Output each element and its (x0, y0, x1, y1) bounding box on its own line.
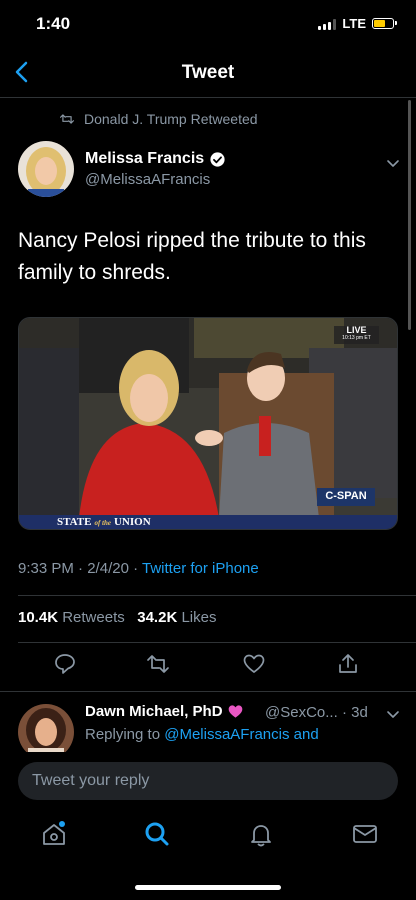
notifications-icon[interactable] (247, 820, 275, 848)
tweet-meta: 9:33 PM · 2/4/20 · Twitter for iPhone (18, 560, 259, 577)
messages-icon[interactable] (351, 820, 379, 848)
reply-author-row[interactable]: Dawn Michael, PhD (85, 703, 244, 720)
retweet-action-icon[interactable] (146, 652, 170, 676)
retweets-count: 10.4K (18, 609, 59, 626)
caption-of-the: of the (94, 519, 111, 527)
tweet-time: 9:33 PM (18, 560, 74, 577)
live-time: 10:13 pm ET (342, 335, 371, 341)
heart-icon (228, 705, 242, 718)
reply-icon[interactable] (53, 652, 77, 676)
author-name-row[interactable]: Melissa Francis (85, 150, 226, 168)
tweet-actions (0, 652, 416, 682)
scrollbar[interactable] (408, 100, 411, 330)
like-icon[interactable] (242, 652, 266, 676)
tweet-media[interactable]: LIVE 10:13 pm ET C-SPAN STATE of the UNI… (18, 317, 398, 530)
replying-to: Replying to @MelissaAFrancis and (85, 726, 319, 743)
retweets-label: Retweets (62, 609, 125, 626)
caption-union: UNION (113, 516, 151, 528)
retweeted-by-row: Donald J. Trump Retweeted (60, 111, 258, 127)
home-indicator[interactable] (135, 885, 281, 890)
chevron-down-icon[interactable] (386, 158, 400, 168)
battery-icon (372, 18, 397, 29)
status-indicators: LTE (318, 16, 397, 31)
counts-divider (18, 642, 416, 643)
media-caption: STATE of the UNION (57, 516, 151, 528)
caption-state: STATE (57, 516, 92, 528)
retweeted-by-label: Donald J. Trump Retweeted (84, 111, 258, 127)
replying-to-handle[interactable]: @MelissaAFrancis and (164, 726, 318, 743)
likes-count: 34.2K (137, 609, 178, 626)
search-icon[interactable] (143, 820, 171, 848)
header-divider (0, 97, 416, 98)
retweet-icon (60, 114, 74, 124)
share-icon[interactable] (336, 652, 360, 676)
verified-icon (210, 151, 225, 167)
likes-stat[interactable]: 34.2K Likes (137, 609, 216, 626)
replying-prefix: Replying to (85, 726, 161, 743)
tweet-source[interactable]: Twitter for iPhone (142, 560, 259, 577)
reply-chevron-down-icon[interactable] (386, 709, 400, 719)
likes-label: Likes (181, 609, 217, 626)
author-name[interactable]: Melissa Francis (85, 150, 204, 168)
meta-divider (18, 595, 416, 596)
page-title: Tweet (181, 62, 235, 83)
live-label: LIVE (346, 325, 367, 335)
author-handle[interactable]: @MelissaAFrancis (85, 171, 210, 188)
signal-icon (318, 18, 337, 30)
reply-age: · 3d (341, 704, 368, 721)
author-avatar[interactable] (18, 141, 74, 197)
tweet-counts: 10.4K Retweets 34.2K Likes (18, 609, 216, 626)
reply-input[interactable]: Tweet your reply (18, 762, 398, 800)
home-icon[interactable] (40, 820, 68, 848)
actions-divider (0, 691, 416, 692)
network-label: LTE (342, 16, 366, 31)
tweet-text: Nancy Pelosi ripped the tribute to this … (18, 229, 366, 284)
network-logo: C-SPAN (325, 490, 367, 502)
retweets-stat[interactable]: 10.4K Retweets (18, 609, 125, 626)
reply-handle-row: @SexCo... · 3d (265, 704, 368, 721)
reply-handle[interactable]: @SexCo... (265, 704, 338, 721)
status-time: 1:40 (36, 14, 71, 33)
tweet-date: 2/4/20 (87, 560, 129, 577)
reply-author-name[interactable]: Dawn Michael, PhD (85, 703, 223, 720)
